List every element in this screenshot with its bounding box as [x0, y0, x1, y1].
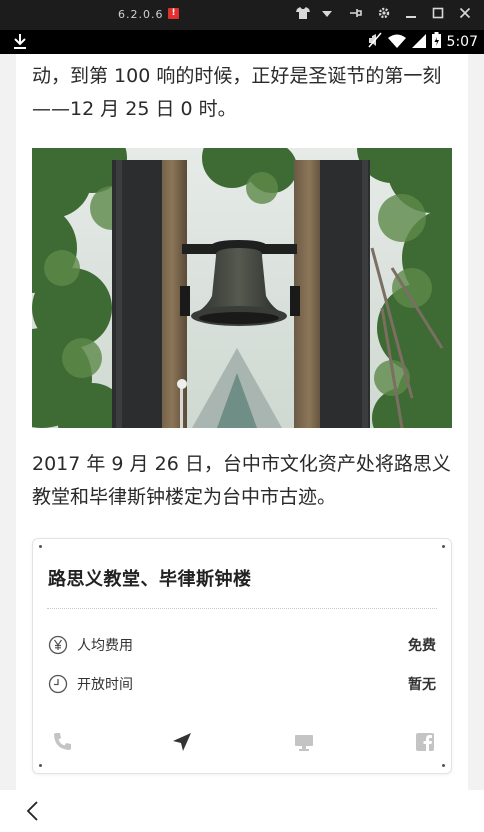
back-icon[interactable] [22, 799, 44, 823]
info-value: 暂无 [408, 677, 436, 693]
article-page: 动，到第 100 响的时候，正好是圣诞节的第一刻——12 月 25 日 0 时。 [16, 54, 468, 790]
close-icon[interactable] [456, 6, 474, 24]
alert-badge[interactable]: ! [168, 8, 179, 19]
info-label: 开放时间 [77, 677, 133, 693]
shirt-icon[interactable] [294, 6, 312, 24]
poi-title[interactable]: 路思义教堂、毕律斯钟楼 [48, 565, 252, 591]
maximize-icon[interactable] [429, 6, 447, 24]
chevron-down-icon[interactable] [318, 6, 336, 24]
article-paragraph: 动，到第 100 响的时候，正好是圣诞节的第一刻——12 月 25 日 0 时。 [32, 65, 442, 120]
card-corner-dot [442, 545, 445, 548]
info-row-hours: 开放时间 暂无 [48, 672, 436, 696]
app-screen: 动，到第 100 响的时候，正好是圣诞节的第一刻——12 月 25 日 0 时。 [0, 54, 484, 790]
status-bar: 5:07 [0, 30, 484, 54]
phone-icon[interactable] [51, 731, 73, 753]
signal-icon [411, 33, 426, 52]
poi-card[interactable]: 路思义教堂、毕律斯钟楼 人均费用 免费 开放时间 暂无 [32, 538, 452, 774]
emulator-title-bar: 6.2.0.6 ! [0, 0, 484, 30]
bell-tower-photo[interactable] [32, 148, 452, 428]
mute-icon [367, 32, 382, 52]
card-corner-dot [39, 764, 42, 767]
facebook-icon[interactable] [414, 731, 436, 753]
card-corner-dot [442, 764, 445, 767]
wifi-icon [387, 33, 406, 52]
card-corner-dot [39, 545, 42, 548]
emulator-version: 6.2.0.6 [118, 8, 164, 21]
status-time: 5:07 [446, 34, 478, 50]
info-row-cost: 人均费用 免费 [48, 633, 436, 657]
status-icons: 5:07 [367, 32, 478, 52]
yen-icon [48, 635, 68, 655]
article-paragraph: 2017 年 9 月 26 日，台中市文化资产处将路思义教堂和毕律斯钟楼定为台中… [32, 453, 451, 508]
navigate-icon[interactable] [171, 731, 193, 753]
minimize-icon[interactable] [402, 6, 420, 24]
card-actions [33, 727, 451, 757]
download-icon [12, 33, 28, 51]
info-value: 免费 [408, 638, 436, 654]
clock-icon [48, 674, 68, 694]
computer-icon[interactable] [293, 731, 315, 753]
info-label: 人均费用 [77, 638, 133, 654]
gear-icon[interactable] [375, 6, 393, 24]
battery-icon [431, 32, 441, 52]
card-divider [47, 608, 437, 609]
bottom-nav-bar [0, 790, 484, 832]
pin-icon[interactable] [346, 6, 364, 24]
